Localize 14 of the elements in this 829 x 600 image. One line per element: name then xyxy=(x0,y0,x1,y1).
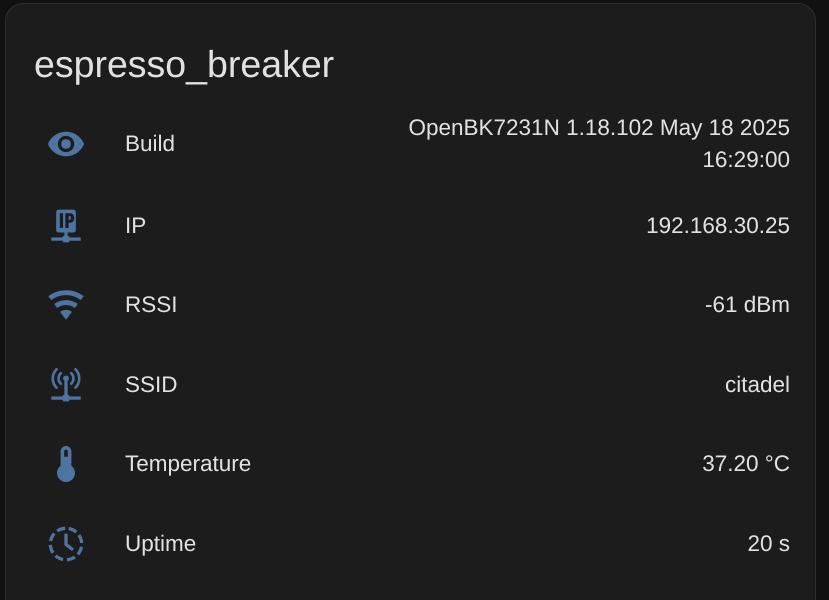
row-value: citadel xyxy=(724,370,790,398)
clock-icon xyxy=(48,526,84,562)
row-label: IP xyxy=(125,212,146,240)
row-label: SSID xyxy=(125,370,178,398)
card-title: espresso_breaker xyxy=(34,42,334,87)
row-value: 20 s xyxy=(747,530,790,558)
row-label: RSSI xyxy=(125,291,178,319)
row-value: OpenBK7231N 1.18.102 May 18 2025 16:29:00 xyxy=(407,114,790,174)
row-label: Temperature xyxy=(125,450,252,478)
row-value: -61 dBm xyxy=(704,291,790,319)
row-value: 37.20 °C xyxy=(702,450,790,478)
row-label: Uptime xyxy=(125,530,196,558)
row-label: Build xyxy=(125,130,176,158)
row-value: 192.168.30.25 xyxy=(646,212,790,240)
